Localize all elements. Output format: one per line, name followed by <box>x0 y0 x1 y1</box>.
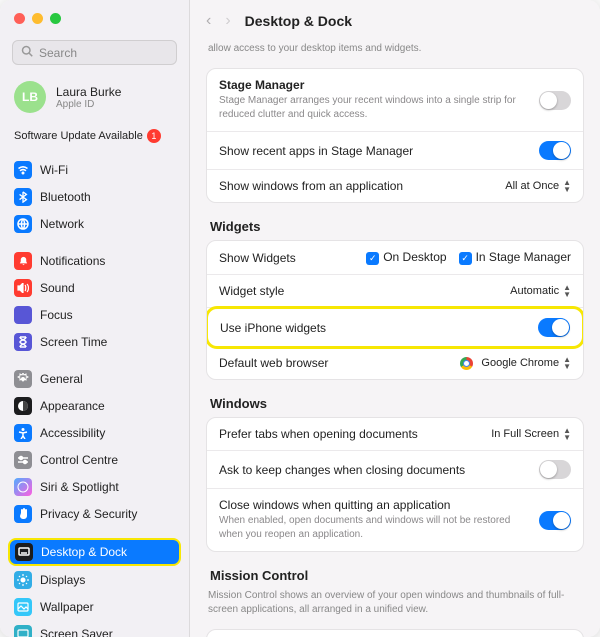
user-name: Laura Burke <box>56 85 121 99</box>
bluetooth-icon <box>14 188 32 206</box>
sidebar-item-appearance[interactable]: Appearance <box>8 393 181 419</box>
nav-back[interactable]: ‹ <box>206 12 211 30</box>
ask-changes-row: Ask to keep changes when closing documen… <box>207 451 583 489</box>
sidebar-item-network[interactable]: Network <box>8 211 181 237</box>
widgets-heading: Widgets <box>206 217 584 240</box>
apple-id-row[interactable]: LB Laura Burke Apple ID <box>8 75 181 125</box>
user-sub: Apple ID <box>56 99 121 110</box>
wifi-icon <box>14 161 32 179</box>
software-update-badge: 1 <box>147 129 161 143</box>
search-icon <box>21 45 33 60</box>
software-update-label: Software Update Available <box>14 130 143 142</box>
updown-icon: ▲▼ <box>563 179 571 193</box>
default-browser-row: Default web browser Google Chrome▲▼ <box>207 347 583 379</box>
siri-icon <box>14 478 32 496</box>
sidebar-item-bluetooth[interactable]: Bluetooth <box>8 184 181 210</box>
window-minimize[interactable] <box>32 13 43 24</box>
sidebar-item-wallpaper[interactable]: Wallpaper <box>8 594 181 620</box>
close-windows-toggle[interactable] <box>539 511 571 530</box>
iphone-widgets-row: Use iPhone widgets <box>206 306 584 349</box>
dock-icon <box>15 543 33 561</box>
default-browser-popup[interactable]: Google Chrome▲▼ <box>460 356 571 370</box>
content-pane: ‹ › Desktop & Dock allow access to your … <box>190 0 600 637</box>
checkmark-icon: ✓ <box>459 252 472 265</box>
sidebar-item-general[interactable]: General <box>8 366 181 392</box>
windows-card: Prefer tabs when opening documents In Fu… <box>206 417 584 552</box>
in-stage-manager-checkbox[interactable]: ✓In Stage Manager <box>459 250 571 265</box>
updown-icon: ▲▼ <box>563 427 571 441</box>
sidebar-item-control-centre[interactable]: Control Centre <box>8 447 181 473</box>
window-zoom[interactable] <box>50 13 61 24</box>
widget-style-row: Widget style Automatic▲▼ <box>207 275 583 308</box>
on-desktop-checkbox[interactable]: ✓On Desktop <box>366 250 446 265</box>
nav-forward[interactable]: › <box>225 12 230 30</box>
software-update-row[interactable]: Software Update Available 1 <box>8 125 181 157</box>
sidebar-item-desktop-dock[interactable]: Desktop & Dock <box>8 538 181 566</box>
stage-windows-popup[interactable]: All at Once▲▼ <box>505 179 571 193</box>
sidebar-item-displays[interactable]: Displays <box>8 567 181 593</box>
chrome-icon <box>460 357 473 370</box>
truncated-desc: allow access to your desktop items and w… <box>206 38 584 68</box>
iphone-widgets-toggle[interactable] <box>538 318 570 337</box>
window-close[interactable] <box>14 13 25 24</box>
stage-recent-toggle[interactable] <box>539 141 571 160</box>
windows-heading: Windows <box>206 394 584 417</box>
moon-icon <box>14 306 32 324</box>
sliders-icon <box>14 451 32 469</box>
stage-manager-toggle[interactable] <box>539 91 571 110</box>
mission-card: Automatically rearrange Spaces based on … <box>206 629 584 637</box>
sidebar-item-accessibility[interactable]: Accessibility <box>8 420 181 446</box>
gear-icon <box>14 370 32 388</box>
hourglass-icon <box>14 333 32 351</box>
sidebar: Search LB Laura Burke Apple ID Software … <box>0 0 190 637</box>
sidebar-item-screen-saver[interactable]: Screen Saver <box>8 621 181 637</box>
avatar: LB <box>14 81 46 113</box>
hand-icon <box>14 505 32 523</box>
search-field[interactable]: Search <box>12 40 177 65</box>
prefer-tabs-popup[interactable]: In Full Screen▲▼ <box>491 427 571 441</box>
updown-icon: ▲▼ <box>563 356 571 370</box>
stage-windows-row: Show windows from an application All at … <box>207 170 583 202</box>
stage-manager-row: Stage Manager Stage Manager arranges you… <box>207 69 583 132</box>
ask-changes-toggle[interactable] <box>539 460 571 479</box>
bell-icon <box>14 252 32 270</box>
sidebar-item-privacy[interactable]: Privacy & Security <box>8 501 181 527</box>
brightness-icon <box>14 571 32 589</box>
page-title: Desktop & Dock <box>245 13 352 29</box>
search-placeholder: Search <box>39 46 77 60</box>
updown-icon: ▲▼ <box>563 284 571 298</box>
widgets-card: Show Widgets ✓On Desktop ✓In Stage Manag… <box>206 240 584 380</box>
screensaver-icon <box>14 625 32 637</box>
stage-recent-row: Show recent apps in Stage Manager <box>207 132 583 170</box>
sidebar-item-notifications[interactable]: Notifications <box>8 248 181 274</box>
auto-rearrange-row: Automatically rearrange Spaces based on … <box>207 630 583 637</box>
wallpaper-icon <box>14 598 32 616</box>
sidebar-item-siri[interactable]: Siri & Spotlight <box>8 474 181 500</box>
checkmark-icon: ✓ <box>366 252 379 265</box>
sidebar-item-focus[interactable]: Focus <box>8 302 181 328</box>
sidebar-item-sound[interactable]: Sound <box>8 275 181 301</box>
network-icon <box>14 215 32 233</box>
show-widgets-row: Show Widgets ✓On Desktop ✓In Stage Manag… <box>207 241 583 275</box>
sidebar-item-wifi[interactable]: Wi-Fi <box>8 157 181 183</box>
mission-heading: Mission Control <box>206 566 584 589</box>
close-windows-row: Close windows when quitting an applicati… <box>207 489 583 551</box>
appearance-icon <box>14 397 32 415</box>
stage-manager-card: Stage Manager Stage Manager arranges you… <box>206 68 584 203</box>
widget-style-popup[interactable]: Automatic▲▼ <box>510 284 571 298</box>
prefer-tabs-row: Prefer tabs when opening documents In Fu… <box>207 418 583 451</box>
mission-desc: Mission Control shows an overview of you… <box>206 589 584 629</box>
accessibility-icon <box>14 424 32 442</box>
sidebar-item-screen-time[interactable]: Screen Time <box>8 329 181 355</box>
sound-icon <box>14 279 32 297</box>
